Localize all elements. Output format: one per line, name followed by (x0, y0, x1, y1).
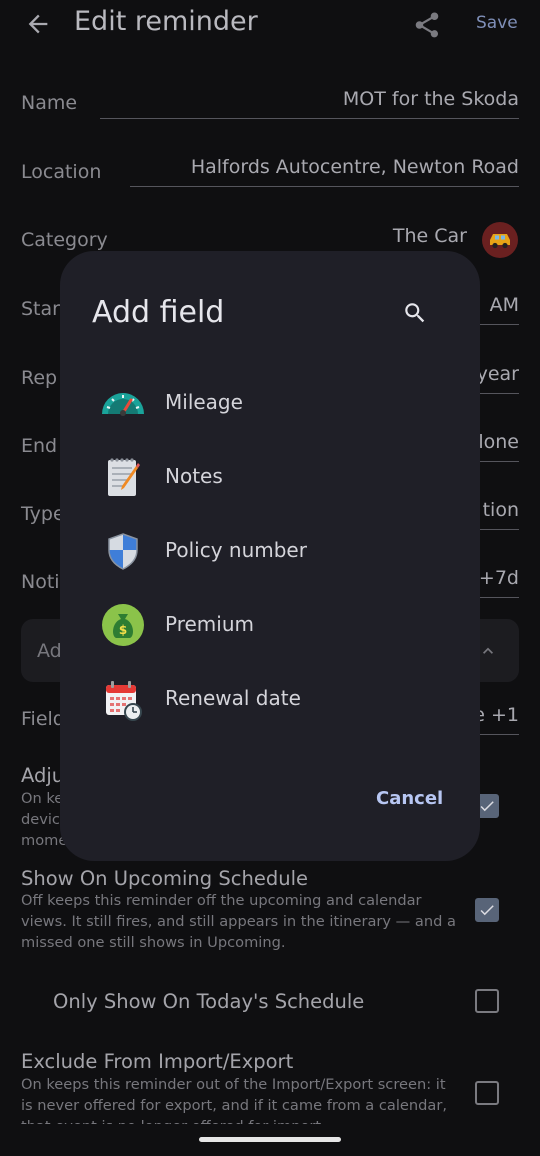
dialog-title: Add field (92, 295, 225, 330)
field-option-mileage[interactable]: Mileage (60, 370, 480, 436)
location-underline (130, 186, 519, 187)
category-label: Category (21, 229, 108, 251)
type-underline (480, 529, 519, 530)
repeat-label: Rep (21, 367, 58, 389)
exclude-import-desc: On keeps this reminder out of the Import… (21, 1076, 447, 1124)
field-option-notes[interactable]: Notes (60, 444, 480, 510)
repeat-underline (480, 393, 519, 394)
fields-value[interactable]: e +1 (473, 704, 519, 726)
start-underline (480, 324, 519, 325)
end-underline (480, 461, 519, 462)
notify-label: Noti (21, 571, 60, 593)
save-button[interactable]: Save (476, 13, 518, 33)
share-icon[interactable] (412, 10, 442, 40)
field-option-label: Notes (165, 464, 223, 488)
exclude-import-title: Exclude From Import/Export (21, 1050, 294, 1073)
notify-value[interactable]: +7d (479, 567, 519, 589)
fields-label: Field (21, 708, 65, 730)
repeat-value[interactable]: year (477, 363, 519, 385)
show-upcoming-title: Show On Upcoming Schedule (21, 867, 308, 890)
show-upcoming-desc: Off keeps this reminder off the upcoming… (21, 892, 456, 951)
cancel-button[interactable]: Cancel (376, 788, 443, 809)
page-title: Edit reminder (74, 6, 258, 37)
field-option-renewal-date[interactable]: Renewal date (60, 666, 480, 732)
end-value[interactable]: lone (478, 431, 519, 453)
notepad-icon (108, 458, 140, 496)
adjust-option-title: Adju (21, 764, 65, 787)
advanced-label: Ad (37, 640, 62, 662)
location-input[interactable]: Halfords Autocentre, Newton Road (191, 156, 519, 178)
field-option-label: Renewal date (165, 686, 301, 710)
shield-icon (108, 533, 138, 570)
search-icon[interactable] (402, 300, 428, 326)
field-option-premium[interactable]: $ Premium (60, 592, 480, 658)
location-label: Location (21, 161, 102, 183)
exclude-import-checkbox[interactable] (475, 1081, 499, 1105)
speedometer-icon (102, 393, 144, 416)
name-underline (100, 118, 519, 119)
home-indicator[interactable] (199, 1137, 341, 1142)
svg-text:$: $ (119, 623, 127, 637)
money-bag-icon: $ (102, 604, 144, 646)
top-app-bar: Edit reminder Save (0, 0, 540, 50)
name-input[interactable]: MOT for the Skoda (343, 88, 519, 110)
field-option-label: Premium (165, 612, 254, 636)
start-label: Star (21, 298, 60, 320)
fields-underline (480, 734, 519, 735)
notify-underline (480, 597, 519, 598)
only-today-checkbox[interactable] (475, 989, 499, 1013)
car-icon[interactable] (482, 222, 518, 258)
field-option-label: Policy number (165, 538, 307, 562)
start-value[interactable]: AM (490, 294, 519, 316)
calendar-clock-icon (106, 681, 142, 721)
field-option-policy-number[interactable]: Policy number (60, 518, 480, 584)
end-label: End (21, 435, 58, 457)
type-label: Type (21, 503, 65, 525)
back-arrow-icon[interactable] (24, 10, 52, 38)
show-upcoming-checkbox[interactable] (475, 898, 499, 922)
only-today-title: Only Show On Today's Schedule (53, 990, 365, 1013)
add-field-dialog: Add field Mileage Notes Policy number $ … (60, 251, 480, 861)
name-label: Name (21, 92, 78, 114)
field-option-label: Mileage (165, 390, 243, 414)
category-value[interactable]: The Car (393, 225, 467, 247)
chevron-up-icon (483, 647, 493, 654)
type-value[interactable]: tion (483, 499, 519, 521)
